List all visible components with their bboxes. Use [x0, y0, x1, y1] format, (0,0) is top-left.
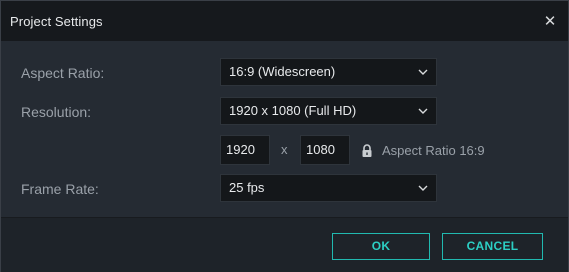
cancel-button[interactable]: CANCEL: [442, 233, 543, 260]
aspect-ratio-select[interactable]: 16:9 (Widescreen): [220, 58, 437, 86]
frame-rate-select[interactable]: 25 fps: [220, 174, 437, 202]
resolution-select[interactable]: 1920 x 1080 (Full HD): [220, 97, 437, 125]
width-input[interactable]: 1920: [220, 135, 270, 165]
frame-rate-label: Frame Rate:: [21, 181, 99, 197]
ok-button[interactable]: OK: [332, 233, 430, 260]
title-bar: Project Settings ✕: [1, 1, 568, 41]
aspect-ratio-hint: Aspect Ratio 16:9: [382, 143, 485, 158]
chevron-down-icon: [417, 98, 429, 124]
lock-icon[interactable]: [361, 144, 373, 158]
aspect-ratio-label: Aspect Ratio:: [21, 65, 105, 81]
dialog-title: Project Settings: [10, 14, 103, 29]
chevron-down-icon: [417, 59, 429, 85]
aspect-ratio-value: 16:9 (Widescreen): [229, 64, 336, 79]
chevron-down-icon: [417, 175, 429, 201]
frame-rate-value: 25 fps: [229, 180, 265, 195]
times-separator: x: [281, 142, 288, 157]
project-settings-dialog: Project Settings ✕ Aspect Ratio: 16:9 (W…: [0, 0, 569, 272]
resolution-label: Resolution:: [21, 104, 92, 120]
resolution-value: 1920 x 1080 (Full HD): [229, 103, 357, 118]
height-input[interactable]: 1080: [300, 135, 350, 165]
close-icon[interactable]: ✕: [541, 10, 559, 32]
